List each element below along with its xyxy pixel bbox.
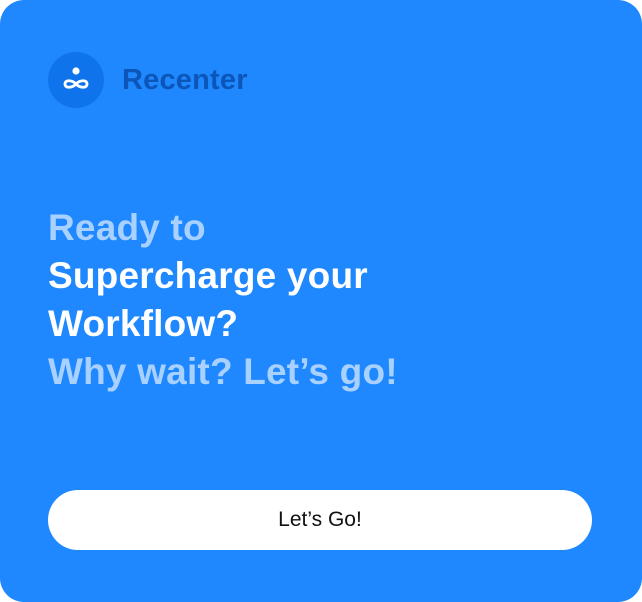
logo-glyph [63,67,89,89]
lets-go-button[interactable]: Let’s Go! [48,490,592,550]
brand-header: Recenter [48,52,248,108]
headline: Ready to Supercharge your Workflow? Why … [48,204,398,396]
headline-line-workflow: Workflow? [48,303,239,344]
recenter-logo-icon [48,52,104,108]
promo-card: Recenter Ready to Supercharge your Workf… [0,0,642,602]
brand-name: Recenter [122,63,248,96]
headline-line-ready: Ready to [48,207,206,248]
headline-line-supercharge: Supercharge your [48,255,368,296]
headline-line-why-wait: Why wait? Let’s go! [48,351,398,392]
